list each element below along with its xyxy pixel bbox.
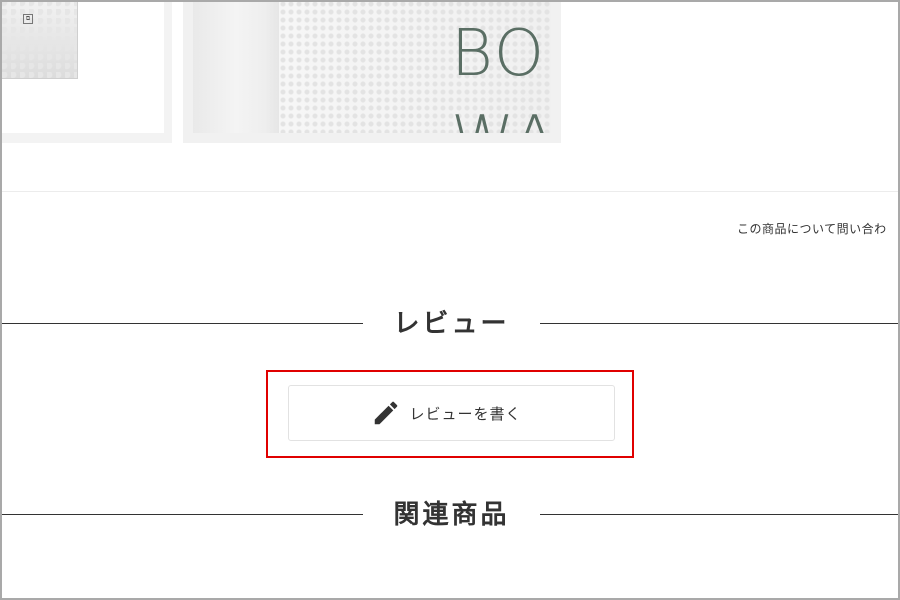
heading-rule-right [540,323,898,324]
heading-rule-left [2,323,363,324]
write-review-label: レビューを書く [409,404,522,423]
pencil-icon [375,401,398,425]
photo-lettering-line2: WA [451,108,551,133]
section-divider [2,191,898,192]
write-review-button[interactable]: レビューを書く [288,385,615,441]
related-products-heading: 関連商品 [2,495,898,535]
heading-rule-left [2,514,363,515]
photo-lettering-line1: BO [451,17,547,91]
thumbnail-frame: ⧉ [2,0,164,133]
towel-image: ⧉ [2,0,78,79]
product-thumbnail-2[interactable]: BO WA [183,0,561,143]
tag-icon: ⧉ [23,14,33,24]
heading-rule-right [540,514,898,515]
product-photo: BO WA [193,0,551,133]
product-thumbnail-1[interactable]: ⧉ [2,0,172,143]
product-inquiry-link[interactable]: この商品について問い合わ [737,220,887,237]
reviews-title: レビュー [393,309,510,339]
related-products-title: 関連商品 [393,500,510,530]
reviews-section-heading: レビュー [2,304,898,344]
